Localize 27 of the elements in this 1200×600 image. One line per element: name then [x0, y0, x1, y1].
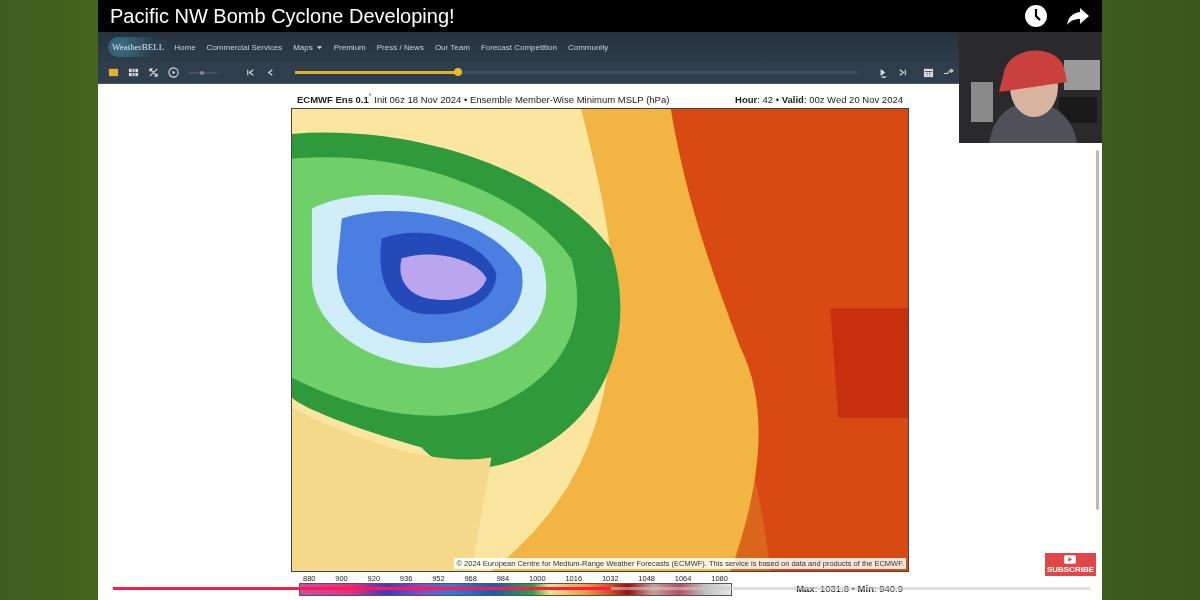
- nav-link[interactable]: Press / News: [376, 42, 424, 52]
- video-title: Pacific NW Bomb Cyclone Developing!: [110, 4, 455, 28]
- clock-icon[interactable]: [1024, 4, 1048, 28]
- crossed-arrows-icon[interactable]: [148, 67, 159, 78]
- nav-link[interactable]: Home: [174, 42, 196, 52]
- nav-link[interactable]: Forecast Competition: [480, 42, 557, 52]
- play-icon: [1064, 555, 1077, 564]
- calendar-icon[interactable]: [923, 67, 934, 78]
- map-heading: ECMWF Ens 0.1$^{°}$ Init 06z 18 Nov 2024 • Ensemble Member-Wise Minimum MSLP (hPa): [297, 93, 670, 106]
- subscribe-button[interactable]: SUBSCRIBE: [1044, 553, 1096, 576]
- max-min-readout: Max: 1031.8 • Min: 940.9: [796, 583, 903, 596]
- play-icon[interactable]: [168, 67, 179, 78]
- nav-dropdown[interactable]: Maps: [293, 42, 323, 52]
- grid-icon[interactable]: [128, 67, 139, 78]
- nav-link[interactable]: Premium: [333, 42, 366, 52]
- timeline-slider[interactable]: [295, 71, 858, 74]
- first-frame-icon[interactable]: [245, 67, 256, 78]
- next-frame-icon[interactable]: [877, 67, 888, 78]
- nav-link[interactable]: Our Team: [434, 42, 470, 52]
- last-frame-icon[interactable]: [897, 67, 908, 78]
- single-view-icon[interactable]: [108, 67, 119, 78]
- site-logo[interactable]: WeatherBELL: [108, 37, 169, 57]
- video-progress-bar[interactable]: [113, 587, 1090, 590]
- scrollbar[interactable]: [1096, 150, 1099, 510]
- nav-link[interactable]: Community: [567, 42, 609, 52]
- nav-link[interactable]: Commercial Services: [206, 42, 283, 52]
- valid-time: Hour: 42 • Valid: 00z Wed 20 Nov 2024: [735, 94, 903, 106]
